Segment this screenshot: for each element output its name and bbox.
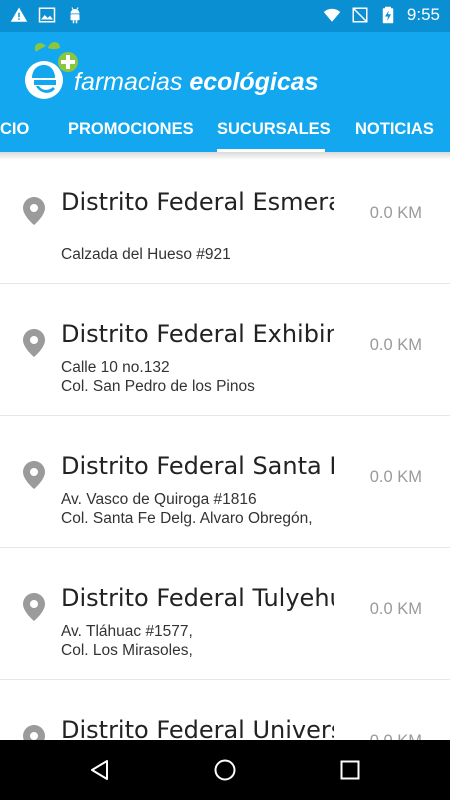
location-pin-icon [23,329,45,357]
branch-distance: 0.0 KM [369,336,422,354]
list-item[interactable]: Distrito Federal Exhibimex 0.0 KM Calle … [0,284,450,416]
android-icon [70,7,80,24]
back-icon[interactable] [88,758,112,782]
branch-list[interactable]: Distrito Federal Esmeralda 0.0 KM Calzad… [0,152,450,740]
tab-sucursales[interactable]: SUCURSALES [217,118,331,152]
no-signal-icon [352,7,368,23]
branch-address: Calzada del Hueso #921 [61,245,231,264]
address-line: Col. Santa Fe Delg. Alvaro Obregón, [61,510,313,527]
address-line: Av. Tláhuac #1577, [61,623,193,640]
recents-icon[interactable] [338,758,362,782]
address-line: Calzada del Hueso #921 [61,246,231,263]
address-line: Av. Vasco de Quiroga #1816 [61,491,257,508]
branch-name: Distrito Federal Tulyehualco [61,584,334,612]
list-item[interactable]: Distrito Federal Tulyehualco 0.0 KM Av. … [0,548,450,680]
address-line: Col. San Pedro de los Pinos [61,378,255,395]
address-line: Calle 10 no.132 [61,359,170,376]
farmacias-ecologicas-logo [25,42,78,99]
branch-distance: 0.0 KM [370,732,422,740]
brand-name-part1: farmacias [74,68,190,96]
branch-name: Distrito Federal Santa Fe [61,452,334,480]
list-item[interactable]: Distrito Federal Esmeralda 0.0 KM Calzad… [0,152,450,284]
branch-name: Distrito Federal Esmeralda [61,188,334,216]
location-pin-icon [23,197,45,225]
battery-charging-icon [382,6,394,24]
location-pin-icon [23,461,45,489]
branch-address: Av. Tláhuac #1577, Col. Los Mirasoles, [61,622,193,660]
address-line: Col. Los Mirasoles, [61,642,193,659]
location-pin-icon [23,593,45,621]
tab-noticias[interactable]: NOTICIAS [355,118,434,152]
wifi-icon [323,8,341,22]
tab-inicio[interactable]: CIO [0,118,29,152]
home-icon[interactable] [213,758,237,782]
branch-address: Calle 10 no.132 Col. San Pedro de los Pi… [61,358,255,396]
brand-name-part2: ecológicas [189,68,319,96]
warning-icon [10,7,28,22]
branch-distance: 0.0 KM [369,468,422,486]
branch-address: Av. Vasco de Quiroga #1816 Col. Santa Fe… [61,490,313,528]
list-item[interactable]: Distrito Federal Santa Fe 0.0 KM Av. Vas… [0,416,450,548]
branch-name: Distrito Federal Exhibimex [61,320,334,348]
navigation-bar [0,740,450,800]
branch-name: Distrito Federal Universidad [61,716,334,740]
status-bar: 9:55 [0,0,450,32]
branch-distance: 0.0 KM [369,204,422,222]
branch-distance: 0.0 KM [369,600,422,618]
tab-bar: CIO PROMOCIONES SUCURSALES NOTICIAS [0,118,450,152]
image-icon [38,7,56,23]
status-time: 9:55 [406,5,440,24]
tab-promociones[interactable]: PROMOCIONES [68,118,194,152]
location-pin-icon [23,725,45,740]
app-bar: farmacias ecológicas CIO PROMOCIONES SUC… [0,32,450,152]
list-item[interactable]: Distrito Federal Universidad 0.0 KM [0,680,450,740]
brand-name: farmacias ecológicas [74,68,319,97]
